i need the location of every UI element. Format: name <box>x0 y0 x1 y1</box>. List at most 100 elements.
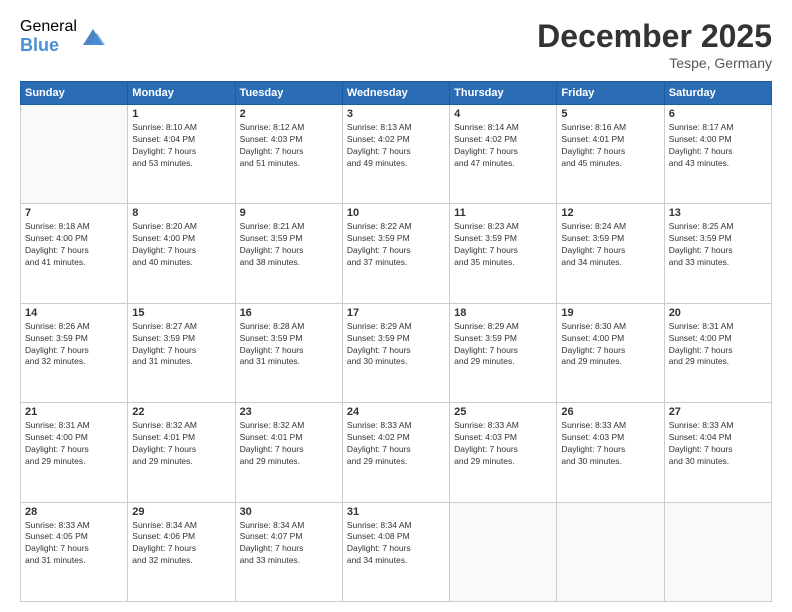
calendar-cell: 5Sunrise: 8:16 AMSunset: 4:01 PMDaylight… <box>557 105 664 204</box>
day-number: 16 <box>240 307 338 319</box>
day-info: Sunrise: 8:20 AMSunset: 4:00 PMDaylight:… <box>132 221 230 269</box>
col-header-tuesday: Tuesday <box>235 82 342 105</box>
day-number: 18 <box>454 307 552 319</box>
col-header-friday: Friday <box>557 82 664 105</box>
calendar-cell: 3 Sunrise: 8:13 AMSunset: 4:02 PMDaylight… <box>342 105 449 204</box>
day-number: 31 <box>347 506 445 518</box>
day-number: 25 <box>454 406 552 418</box>
col-header-monday: Monday <box>128 82 235 105</box>
day-number: 19 <box>561 307 659 319</box>
calendar-table: SundayMondayTuesdayWednesdayThursdayFrid… <box>20 81 772 602</box>
day-info: Sunrise: 8:26 AMSunset: 3:59 PMDaylight:… <box>25 321 123 369</box>
day-info: Sunrise: 8:34 AMSunset: 4:07 PMDaylight:… <box>240 520 338 568</box>
calendar-cell: 15 Sunrise: 8:27 AMSunset: 3:59 PMDayligh… <box>128 303 235 402</box>
logo-blue: Blue <box>20 36 77 56</box>
day-number: 22 <box>132 406 230 418</box>
calendar-cell: 22 Sunrise: 8:32 AMSunset: 4:01 PMDayligh… <box>128 403 235 502</box>
calendar-cell <box>21 105 128 204</box>
day-info: Sunrise: 8:14 AMSunset: 4:02 PMDaylight:… <box>454 122 552 170</box>
calendar-cell: 25 Sunrise: 8:33 AMSunset: 4:03 PMDayligh… <box>450 403 557 502</box>
day-number: 8 <box>132 207 230 219</box>
day-number: 1 <box>132 108 230 120</box>
col-header-thursday: Thursday <box>450 82 557 105</box>
calendar-cell: 20 Sunrise: 8:31 AMSunset: 4:00 PMDayligh… <box>664 303 771 402</box>
calendar-cell: 26Sunrise: 8:33 AMSunset: 4:03 PMDayligh… <box>557 403 664 502</box>
calendar-cell: 10 Sunrise: 8:22 AMSunset: 3:59 PMDayligh… <box>342 204 449 303</box>
day-number: 9 <box>240 207 338 219</box>
day-info: Sunrise: 8:33 AMSunset: 4:05 PMDaylight:… <box>25 520 123 568</box>
calendar-cell: 11Sunrise: 8:23 AMSunset: 3:59 PMDayligh… <box>450 204 557 303</box>
day-number: 14 <box>25 307 123 319</box>
day-number: 13 <box>669 207 767 219</box>
header: General Blue December 2025 Tespe, German… <box>20 18 772 71</box>
day-number: 11 <box>454 207 552 219</box>
col-header-wednesday: Wednesday <box>342 82 449 105</box>
calendar-cell: 14 Sunrise: 8:26 AMSunset: 3:59 PMDayligh… <box>21 303 128 402</box>
calendar-cell: 31 Sunrise: 8:34 AMSunset: 4:08 PMDayligh… <box>342 502 449 601</box>
calendar-cell: 4Sunrise: 8:14 AMSunset: 4:02 PMDaylight… <box>450 105 557 204</box>
day-info: Sunrise: 8:22 AMSunset: 3:59 PMDaylight:… <box>347 221 445 269</box>
day-number: 20 <box>669 307 767 319</box>
day-info: Sunrise: 8:34 AMSunset: 4:08 PMDaylight:… <box>347 520 445 568</box>
day-number: 21 <box>25 406 123 418</box>
calendar-cell <box>664 502 771 601</box>
day-info: Sunrise: 8:28 AMSunset: 3:59 PMDaylight:… <box>240 321 338 369</box>
calendar-cell: 18 Sunrise: 8:29 AMSunset: 3:59 PMDayligh… <box>450 303 557 402</box>
col-header-sunday: Sunday <box>21 82 128 105</box>
logo-text: General Blue <box>20 18 77 55</box>
day-info: Sunrise: 8:30 AMSunset: 4:00 PMDaylight:… <box>561 321 659 369</box>
calendar-cell: 27 Sunrise: 8:33 AMSunset: 4:04 PMDayligh… <box>664 403 771 502</box>
calendar-cell: 13 Sunrise: 8:25 AMSunset: 3:59 PMDayligh… <box>664 204 771 303</box>
calendar-cell: 6 Sunrise: 8:17 AMSunset: 4:00 PMDaylight… <box>664 105 771 204</box>
day-info: Sunrise: 8:24 AMSunset: 3:59 PMDaylight:… <box>561 221 659 269</box>
day-number: 10 <box>347 207 445 219</box>
calendar-cell: 24Sunrise: 8:33 AMSunset: 4:02 PMDayligh… <box>342 403 449 502</box>
day-info: Sunrise: 8:13 AMSunset: 4:02 PMDaylight:… <box>347 122 445 170</box>
day-info: Sunrise: 8:29 AMSunset: 3:59 PMDaylight:… <box>454 321 552 369</box>
day-info: Sunrise: 8:27 AMSunset: 3:59 PMDaylight:… <box>132 321 230 369</box>
calendar-week-2: 7 Sunrise: 8:18 AMSunset: 4:00 PMDaylight… <box>21 204 772 303</box>
calendar-cell: 12 Sunrise: 8:24 AMSunset: 3:59 PMDayligh… <box>557 204 664 303</box>
calendar-cell: 8 Sunrise: 8:20 AMSunset: 4:00 PMDaylight… <box>128 204 235 303</box>
day-info: Sunrise: 8:17 AMSunset: 4:00 PMDaylight:… <box>669 122 767 170</box>
day-number: 29 <box>132 506 230 518</box>
day-number: 28 <box>25 506 123 518</box>
day-info: Sunrise: 8:29 AMSunset: 3:59 PMDaylight:… <box>347 321 445 369</box>
calendar-cell: 1 Sunrise: 8:10 AMSunset: 4:04 PMDaylight… <box>128 105 235 204</box>
day-info: Sunrise: 8:31 AMSunset: 4:00 PMDaylight:… <box>669 321 767 369</box>
calendar-week-1: 1 Sunrise: 8:10 AMSunset: 4:04 PMDaylight… <box>21 105 772 204</box>
calendar-cell: 19 Sunrise: 8:30 AMSunset: 4:00 PMDayligh… <box>557 303 664 402</box>
day-info: Sunrise: 8:34 AMSunset: 4:06 PMDaylight:… <box>132 520 230 568</box>
day-info: Sunrise: 8:33 AMSunset: 4:04 PMDaylight:… <box>669 420 767 468</box>
day-info: Sunrise: 8:18 AMSunset: 4:00 PMDaylight:… <box>25 221 123 269</box>
day-number: 3 <box>347 108 445 120</box>
calendar-cell: 30 Sunrise: 8:34 AMSunset: 4:07 PMDayligh… <box>235 502 342 601</box>
day-number: 30 <box>240 506 338 518</box>
calendar-cell <box>450 502 557 601</box>
day-number: 23 <box>240 406 338 418</box>
title-block: December 2025 Tespe, Germany <box>537 18 772 71</box>
day-info: Sunrise: 8:31 AMSunset: 4:00 PMDaylight:… <box>25 420 123 468</box>
day-number: 6 <box>669 108 767 120</box>
day-info: Sunrise: 8:25 AMSunset: 3:59 PMDaylight:… <box>669 221 767 269</box>
calendar-cell: 7 Sunrise: 8:18 AMSunset: 4:00 PMDaylight… <box>21 204 128 303</box>
col-header-saturday: Saturday <box>664 82 771 105</box>
month-title: December 2025 <box>537 18 772 55</box>
day-number: 12 <box>561 207 659 219</box>
day-number: 15 <box>132 307 230 319</box>
calendar-week-5: 28 Sunrise: 8:33 AMSunset: 4:05 PMDayligh… <box>21 502 772 601</box>
day-number: 27 <box>669 406 767 418</box>
day-info: Sunrise: 8:33 AMSunset: 4:03 PMDaylight:… <box>454 420 552 468</box>
day-number: 7 <box>25 207 123 219</box>
calendar-header-row: SundayMondayTuesdayWednesdayThursdayFrid… <box>21 82 772 105</box>
day-number: 17 <box>347 307 445 319</box>
day-info: Sunrise: 8:10 AMSunset: 4:04 PMDaylight:… <box>132 122 230 170</box>
day-info: Sunrise: 8:21 AMSunset: 3:59 PMDaylight:… <box>240 221 338 269</box>
calendar-week-4: 21 Sunrise: 8:31 AMSunset: 4:00 PMDayligh… <box>21 403 772 502</box>
day-info: Sunrise: 8:16 AMSunset: 4:01 PMDaylight:… <box>561 122 659 170</box>
location: Tespe, Germany <box>537 55 772 71</box>
day-number: 26 <box>561 406 659 418</box>
calendar-cell: 29 Sunrise: 8:34 AMSunset: 4:06 PMDayligh… <box>128 502 235 601</box>
day-info: Sunrise: 8:32 AMSunset: 4:01 PMDaylight:… <box>132 420 230 468</box>
day-number: 2 <box>240 108 338 120</box>
